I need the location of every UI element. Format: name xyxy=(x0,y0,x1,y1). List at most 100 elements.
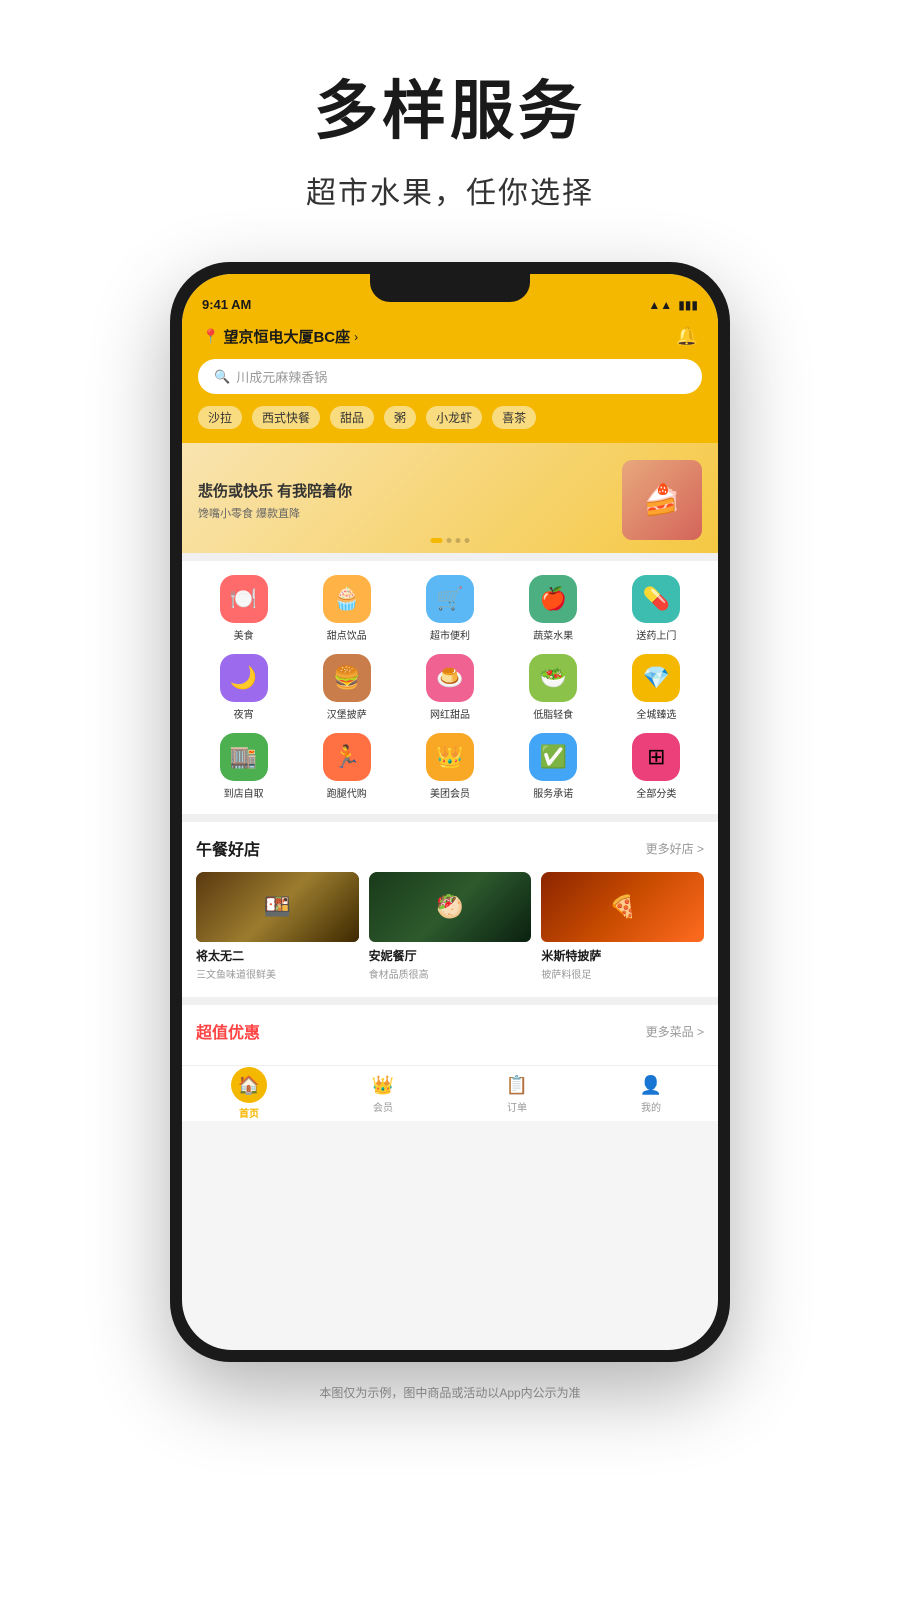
deals-title: 超值优惠 xyxy=(196,1019,260,1043)
service-label-dessert: 甜点饮品 xyxy=(327,627,367,642)
restaurant-desc-pizza: 披萨料很足 xyxy=(541,966,704,981)
service-icon-vegetables: 🍎 xyxy=(529,575,577,623)
service-item-lightfood[interactable]: 🥗 低脂轻食 xyxy=(502,654,605,721)
nav-orders[interactable]: 📋 订单 xyxy=(450,1073,584,1114)
bottom-nav: 🏠 首页 👑 会员 📋 订单 👤 我的 xyxy=(182,1065,718,1121)
restaurant-name-pizza: 米斯特披萨 xyxy=(541,947,704,964)
category-tags: 沙拉 西式快餐 甜品 粥 小龙虾 喜茶 xyxy=(182,406,718,443)
nav-profile[interactable]: 👤 我的 xyxy=(584,1073,718,1114)
location-arrow-icon: › xyxy=(354,330,358,344)
restaurant-card-salad[interactable]: 🥙 安妮餐厅 食材品质很高 xyxy=(369,872,532,981)
service-item-promise[interactable]: ✅ 服务承诺 xyxy=(502,733,605,800)
service-icon-medicine: 💊 xyxy=(632,575,680,623)
nav-home[interactable]: 🏠 首页 xyxy=(182,1067,316,1120)
dot-4 xyxy=(465,538,470,543)
restaurant-card-sushi[interactable]: 🍱 将太无二 三文鱼味道很鲜美 xyxy=(196,872,359,981)
service-label-supermarket: 超市便利 xyxy=(430,627,470,642)
page-header: 多样服务 超市水果，任你选择 xyxy=(306,0,594,242)
tag-fastfood[interactable]: 西式快餐 xyxy=(252,406,320,429)
service-item-supermarket[interactable]: 🛒 超市便利 xyxy=(398,575,501,642)
service-label-runner: 跑腿代购 xyxy=(327,785,367,800)
service-label-member: 美团会员 xyxy=(430,785,470,800)
lunch-header: 午餐好店 更多好店 > xyxy=(196,836,704,860)
service-label-selected: 全城臻选 xyxy=(636,706,676,721)
location-text: 望京恒电大厦BC座 xyxy=(223,326,350,347)
main-content: 悲伤或快乐 有我陪着你 馋嘴小零食 爆款直降 🍰 🍽️ 美食 xyxy=(182,443,718,1065)
tag-salad[interactable]: 沙拉 xyxy=(198,406,242,429)
service-label-burger: 汉堡披萨 xyxy=(327,706,367,721)
disclaimer: 本图仅为示例，图中商品或活动以App内公示为准 xyxy=(299,1372,600,1421)
service-label-vegetables: 蔬菜水果 xyxy=(533,627,573,642)
service-item-runner[interactable]: 🏃 跑腿代购 xyxy=(295,733,398,800)
phone-inner: 9:41 AM ▲▲ ▮▮▮ 📍 望京恒电大厦BC座 › 🔔 🔍 川成元麻辣香锅 xyxy=(182,274,718,1350)
profile-icon: 👤 xyxy=(639,1073,663,1097)
dot-3 xyxy=(456,538,461,543)
service-icon-supermarket: 🛒 xyxy=(426,575,474,623)
service-item-vegetables[interactable]: 🍎 蔬菜水果 xyxy=(502,575,605,642)
service-item-pickup[interactable]: 🏬 到店自取 xyxy=(192,733,295,800)
service-icon-nightsnack: 🌙 xyxy=(220,654,268,702)
lunch-section: 午餐好店 更多好店 > 🍱 将太无二 三文鱼味道很鲜美 🥙 xyxy=(182,822,718,997)
search-input[interactable]: 川成元麻辣香锅 xyxy=(236,367,327,386)
service-item-burger[interactable]: 🍔 汉堡披萨 xyxy=(295,654,398,721)
service-icon-member: 👑 xyxy=(426,733,474,781)
tag-lobster[interactable]: 小龙虾 xyxy=(426,406,482,429)
service-label-allcat: 全部分类 xyxy=(636,785,676,800)
service-item-member[interactable]: 👑 美团会员 xyxy=(398,733,501,800)
lunch-title: 午餐好店 xyxy=(196,836,260,860)
nav-member[interactable]: 👑 会员 xyxy=(316,1073,450,1114)
service-section: 🍽️ 美食 🧁 甜点饮品 🛒 超市便利 🍎 蔬菜水果 xyxy=(182,561,718,814)
service-item-food[interactable]: 🍽️ 美食 xyxy=(192,575,295,642)
service-item-trendy[interactable]: 🍮 网红甜品 xyxy=(398,654,501,721)
restaurant-card-pizza[interactable]: 🍕 米斯特披萨 披萨料很足 xyxy=(541,872,704,981)
nav-home-label: 首页 xyxy=(239,1105,259,1120)
service-icon-trendy: 🍮 xyxy=(426,654,474,702)
service-label-promise: 服务承诺 xyxy=(533,785,573,800)
member-icon: 👑 xyxy=(371,1073,395,1097)
service-icon-lightfood: 🥗 xyxy=(529,654,577,702)
restaurant-list: 🍱 将太无二 三文鱼味道很鲜美 🥙 安妮餐厅 食材品质很高 xyxy=(196,872,704,981)
service-item-nightsnack[interactable]: 🌙 夜宵 xyxy=(192,654,295,721)
banner[interactable]: 悲伤或快乐 有我陪着你 馋嘴小零食 爆款直降 🍰 xyxy=(182,443,718,553)
tag-porridge[interactable]: 粥 xyxy=(384,406,416,429)
service-item-allcat[interactable]: ⊞ 全部分类 xyxy=(605,733,708,800)
service-label-lightfood: 低脂轻食 xyxy=(533,706,573,721)
restaurant-img-pizza: 🍕 xyxy=(541,872,704,942)
deals-more[interactable]: 更多菜品 > xyxy=(646,1023,704,1040)
search-icon: 🔍 xyxy=(214,369,230,385)
location-pin-icon: 📍 xyxy=(202,328,219,345)
location-area[interactable]: 📍 望京恒电大厦BC座 › xyxy=(202,326,358,347)
tag-tea[interactable]: 喜茶 xyxy=(492,406,536,429)
dot-2 xyxy=(447,538,452,543)
service-item-medicine[interactable]: 💊 送药上门 xyxy=(605,575,708,642)
restaurant-desc-salad: 食材品质很高 xyxy=(369,966,532,981)
service-item-selected[interactable]: 💎 全城臻选 xyxy=(605,654,708,721)
service-label-pickup: 到店自取 xyxy=(224,785,264,800)
restaurant-img-salad: 🥙 xyxy=(369,872,532,942)
orders-icon: 📋 xyxy=(505,1073,529,1097)
tag-dessert[interactable]: 甜品 xyxy=(330,406,374,429)
service-icon-pickup: 🏬 xyxy=(220,733,268,781)
service-icon-dessert: 🧁 xyxy=(323,575,371,623)
lunch-more[interactable]: 更多好店 > xyxy=(646,840,704,857)
banner-text: 悲伤或快乐 有我陪着你 馋嘴小零食 爆款直降 xyxy=(198,480,622,521)
bell-icon[interactable]: 🔔 xyxy=(676,326,698,347)
service-icon-selected: 💎 xyxy=(632,654,680,702)
nav-member-label: 会员 xyxy=(373,1099,393,1114)
notch xyxy=(370,274,530,302)
search-bar[interactable]: 🔍 川成元麻辣香锅 xyxy=(198,359,702,394)
status-time: 9:41 AM xyxy=(202,297,251,312)
dot-1 xyxy=(431,538,443,543)
phone-frame: 9:41 AM ▲▲ ▮▮▮ 📍 望京恒电大厦BC座 › 🔔 🔍 川成元麻辣香锅 xyxy=(170,262,730,1362)
service-icon-burger: 🍔 xyxy=(323,654,371,702)
nav-orders-label: 订单 xyxy=(507,1099,527,1114)
restaurant-img-sushi: 🍱 xyxy=(196,872,359,942)
nav-profile-label: 我的 xyxy=(641,1099,661,1114)
deals-header: 超值优惠 更多菜品 > xyxy=(196,1019,704,1043)
restaurant-name-sushi: 将太无二 xyxy=(196,947,359,964)
restaurant-name-salad: 安妮餐厅 xyxy=(369,947,532,964)
service-icon-food: 🍽️ xyxy=(220,575,268,623)
banner-dots xyxy=(431,538,470,543)
service-label-medicine: 送药上门 xyxy=(636,627,676,642)
service-item-dessert[interactable]: 🧁 甜点饮品 xyxy=(295,575,398,642)
